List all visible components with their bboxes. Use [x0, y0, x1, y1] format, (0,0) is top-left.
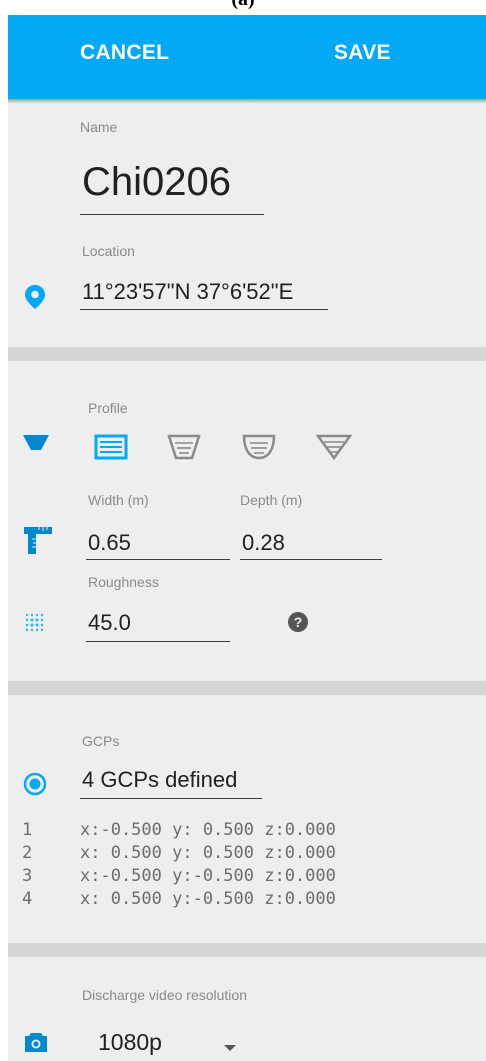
- video-resolution-select[interactable]: 1080p: [98, 1029, 162, 1056]
- profile-channel-icon: [22, 433, 50, 453]
- camera-icon: [23, 1031, 49, 1053]
- location-field[interactable]: 11°23'57"N 37°6'52"E: [82, 279, 293, 305]
- figure-caption: (a): [0, 0, 486, 11]
- profile-option-v-shape[interactable]: [315, 434, 353, 461]
- video-resolution-label: Discharge video resolution: [82, 987, 247, 1003]
- help-icon[interactable]: ?: [287, 611, 309, 633]
- dropdown-arrow-icon[interactable]: [223, 1039, 237, 1051]
- section-divider: [8, 347, 486, 361]
- width-field[interactable]: 0.65: [88, 530, 131, 556]
- save-button[interactable]: SAVE: [334, 41, 391, 65]
- section-divider: [8, 681, 486, 695]
- location-pin-icon: [24, 284, 46, 310]
- gcp-row: 3 x:-0.500 y:-0.500 z:0.000: [22, 866, 336, 886]
- gcp-row: 2 x: 0.500 y: 0.500 z:0.000: [22, 843, 336, 863]
- radio-selected-icon[interactable]: [23, 772, 47, 796]
- roughness-field[interactable]: 45.0: [88, 610, 131, 636]
- location-label: Location: [82, 243, 135, 259]
- roughness-field-underline: [86, 641, 230, 642]
- name-label: Name: [80, 119, 118, 135]
- name-field[interactable]: Chi0206: [82, 160, 231, 205]
- svg-text:?: ?: [294, 614, 303, 630]
- video-card: [8, 957, 486, 1061]
- width-field-underline: [86, 559, 230, 560]
- gcp-summary[interactable]: 4 GCPs defined: [82, 767, 237, 793]
- ruler-icon: [22, 525, 54, 555]
- gcps-label: GCPs: [82, 733, 120, 749]
- name-field-underline: [80, 214, 264, 215]
- gcp-row: 4 x: 0.500 y:-0.500 z:0.000: [22, 889, 336, 909]
- depth-label: Depth (m): [240, 492, 303, 508]
- roughness-dots-icon: [24, 612, 46, 634]
- profile-option-trapezoid[interactable]: [167, 434, 201, 460]
- profile-option-rounded[interactable]: [242, 434, 276, 460]
- depth-field[interactable]: 0.28: [242, 530, 285, 556]
- depth-field-underline: [240, 559, 382, 560]
- gcp-summary-underline: [80, 798, 262, 799]
- profile-label: Profile: [88, 400, 128, 416]
- cancel-button[interactable]: CANCEL: [80, 41, 169, 65]
- site-card: [8, 103, 486, 347]
- gcp-row: 1 x:-0.500 y: 0.500 z:0.000: [22, 820, 336, 840]
- profile-option-rectangular[interactable]: [94, 434, 128, 460]
- width-label: Width (m): [88, 492, 149, 508]
- location-field-underline: [80, 309, 328, 310]
- action-bar: CANCEL SAVE: [8, 15, 486, 99]
- profile-card: [8, 361, 486, 681]
- section-divider: [8, 943, 486, 957]
- roughness-label: Roughness: [88, 574, 159, 590]
